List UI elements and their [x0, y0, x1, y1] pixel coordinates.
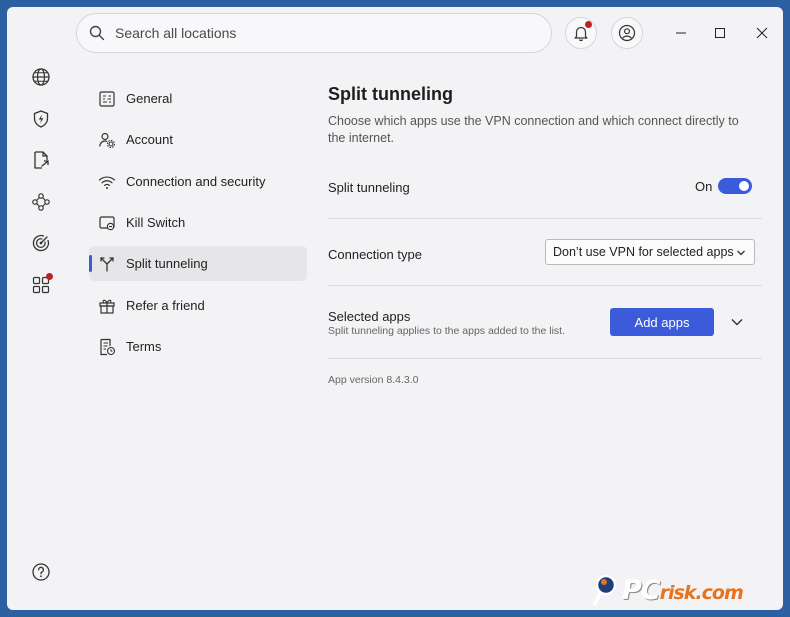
shield-bolt-icon [33, 110, 49, 128]
user-gear-icon [99, 132, 116, 148]
rail-apps[interactable] [29, 273, 53, 297]
nav-label: Terms [126, 339, 162, 354]
globe-icon [32, 68, 50, 86]
expand-chevron-icon[interactable] [730, 315, 744, 329]
rail-meshnet[interactable] [29, 190, 53, 214]
document-clock-icon [100, 338, 116, 355]
divider [328, 358, 762, 359]
kill-switch-icon [99, 215, 115, 230]
nav-connection-security[interactable]: Connection and security [89, 164, 307, 199]
rail-dark-web-monitor[interactable] [29, 231, 53, 255]
close-icon [756, 27, 768, 39]
nav-refer-friend[interactable]: Refer a friend [89, 288, 307, 323]
toggle-state-text: On [695, 179, 713, 194]
notifications-button[interactable] [565, 17, 597, 49]
watermark-text: PCrisk.com [622, 574, 744, 606]
selected-apps-label: Selected apps [328, 309, 411, 324]
minimize-icon [676, 32, 686, 34]
close-button[interactable] [748, 19, 776, 47]
help-circle-icon [32, 563, 50, 581]
divider [328, 218, 762, 219]
app-version: App version 8.4.3.0 [328, 374, 419, 386]
split-icon [100, 256, 114, 272]
toggle-knob [739, 181, 749, 191]
search-bar[interactable] [76, 13, 552, 53]
rail-file-share[interactable] [29, 148, 53, 172]
file-share-icon [34, 151, 49, 169]
split-tunneling-label: Split tunneling [328, 180, 410, 195]
app-window: General Account Connection and security … [7, 7, 783, 610]
list-settings-icon [99, 90, 115, 107]
nav-general[interactable]: General [89, 81, 307, 116]
nav-label: Kill Switch [126, 215, 186, 230]
notification-badge [585, 21, 592, 28]
selected-apps-description: Split tunneling applies to the apps adde… [328, 325, 565, 337]
wifi-icon [98, 175, 116, 189]
minimize-button[interactable] [667, 19, 695, 47]
rail-threat-protection[interactable] [29, 107, 53, 131]
nav-account[interactable]: Account [89, 122, 307, 157]
split-tunneling-toggle[interactable] [718, 178, 752, 194]
gift-icon [99, 299, 115, 314]
rail-help[interactable] [29, 560, 53, 584]
nav-label: General [126, 91, 173, 106]
maximize-icon [715, 28, 725, 38]
radar-icon [32, 234, 50, 252]
chevron-down-icon [737, 250, 745, 256]
nav-terms[interactable]: Terms [89, 329, 307, 364]
mesh-network-icon [32, 193, 50, 211]
watermark: PCrisk.com [592, 570, 782, 610]
search-icon [89, 25, 105, 41]
connection-type-select[interactable]: Don’t use VPN for selected apps [545, 239, 755, 265]
page-title: Split tunneling [328, 84, 453, 104]
account-button[interactable] [611, 17, 643, 49]
search-input[interactable] [115, 25, 515, 41]
nav-kill-switch[interactable]: Kill Switch [89, 205, 307, 240]
nav-label: Split tunneling [126, 256, 208, 271]
magnifier-logo-icon [593, 574, 617, 606]
connection-type-label: Connection type [328, 247, 422, 262]
connection-type-value: Don’t use VPN for selected apps [553, 245, 734, 259]
nav-label: Account [126, 132, 173, 147]
nav-split-tunneling[interactable]: Split tunneling [89, 246, 307, 281]
user-circle-icon [618, 24, 636, 42]
nav-label: Connection and security [126, 174, 266, 189]
page-description: Choose which apps use the VPN connection… [328, 114, 739, 145]
maximize-button[interactable] [706, 19, 734, 47]
nav-label: Refer a friend [126, 298, 205, 313]
rail-locations[interactable] [29, 65, 53, 89]
divider [328, 285, 762, 286]
apps-badge [46, 273, 53, 280]
add-apps-button[interactable]: Add apps [610, 308, 714, 336]
